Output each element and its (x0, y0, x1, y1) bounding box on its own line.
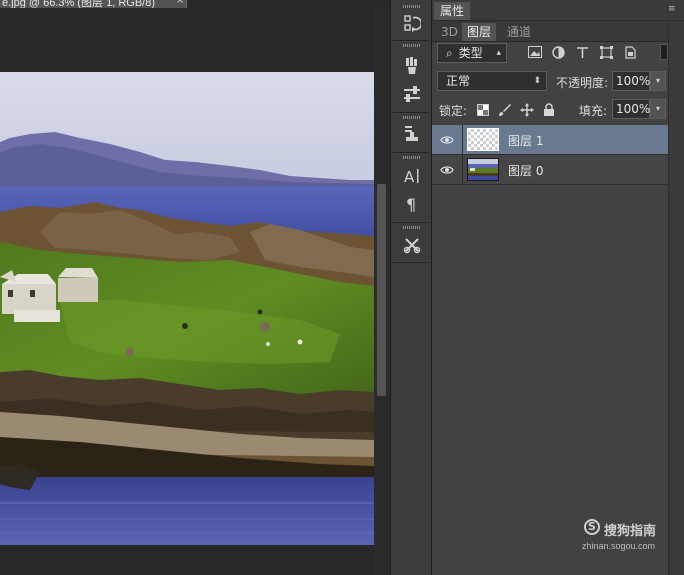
clone-source-icon[interactable] (399, 122, 425, 146)
lock-image-pixels-icon[interactable] (498, 103, 512, 117)
document-tab[interactable]: e.jpg @ 66.3% (图层 1, RGB/8) × (0, 0, 187, 8)
opacity-input[interactable]: 100% (612, 71, 650, 91)
blend-mode-value: 正常 (446, 74, 471, 88)
lock-all-icon[interactable] (542, 103, 556, 117)
updown-arrow-icon: ▴ (496, 48, 501, 58)
dock-grip[interactable] (403, 5, 421, 8)
tab-3d[interactable]: 3D (436, 23, 463, 41)
layer-name[interactable]: 图层 1 (508, 132, 543, 149)
dock-separator (393, 40, 429, 41)
lock-label: 锁定: (439, 104, 468, 118)
character-icon[interactable]: A (399, 164, 425, 188)
scrollbar-thumb[interactable] (377, 184, 386, 396)
panel-scrollbar[interactable] (668, 21, 684, 575)
svg-text:A: A (404, 168, 415, 185)
row-divider (462, 155, 463, 185)
tab-channels[interactable]: 通道 (502, 23, 536, 41)
type-filter-icon[interactable] (574, 44, 590, 60)
panel-dock-column: A ¶ (390, 0, 432, 575)
filter-toggle-switch[interactable] (660, 44, 668, 60)
sogou-watermark: S 搜狗指南 zhinan.sogou.com (582, 519, 678, 555)
layer-row-layer-0[interactable]: 图层 0 (432, 155, 668, 185)
paragraph-icon[interactable]: ¶ (399, 192, 425, 216)
dock-grip[interactable] (403, 116, 421, 119)
adjustments-icon[interactable] (399, 82, 425, 106)
watermark-brand: 搜狗指南 (604, 524, 657, 539)
close-tab-icon[interactable]: × (176, 0, 184, 6)
layer-thumbnail-transparent (467, 128, 499, 151)
lock-position-icon[interactable] (520, 103, 534, 117)
layer-filter-dropdown[interactable]: ⌕ 类型 ▴ (437, 43, 507, 63)
visibility-eye-icon[interactable] (440, 134, 454, 146)
sogou-logo-icon: S (584, 519, 600, 535)
image-canvas[interactable] (0, 72, 374, 545)
layer-row-layer-1[interactable]: 图层 1 (432, 125, 668, 155)
dock-grip[interactable] (403, 44, 421, 47)
updown-arrow-icon: ⬍ (533, 76, 541, 86)
properties-panel-header: 属性 ≡ (432, 0, 684, 21)
search-icon: ⌕ (446, 46, 453, 60)
tool-presets-icon[interactable] (399, 233, 425, 257)
layers-panel: 属性 ≡ 3D 图层 通道 ≡ ⌕ 类型 ▴ 正常 ⬍ 不透明度: 100% ▾… (432, 0, 684, 575)
svg-text:¶: ¶ (406, 195, 416, 213)
fill-label: 填充: (579, 104, 608, 118)
dock-separator (393, 262, 429, 263)
image-filter-icon[interactable] (527, 44, 543, 60)
dock-separator (393, 152, 429, 153)
fill-slider-button[interactable]: ▾ (650, 99, 666, 119)
watermark-url: zhinan.sogou.com (582, 541, 656, 551)
lock-transparent-pixels-icon[interactable] (476, 103, 490, 117)
tab-layers[interactable]: 图层 (462, 23, 497, 41)
layers-panel-tabs: 3D 图层 通道 ≡ (432, 21, 684, 42)
dock-separator (393, 222, 429, 223)
opacity-label: 不透明度: (556, 76, 609, 90)
history-brush-icon[interactable] (399, 12, 425, 36)
dock-grip[interactable] (403, 226, 421, 229)
filter-type-label: 类型 (458, 46, 483, 60)
dock-grip[interactable] (403, 156, 421, 159)
blend-mode-dropdown[interactable]: 正常 ⬍ (437, 71, 547, 91)
smart-object-filter-icon[interactable] (622, 44, 638, 60)
layers-list: 图层 1 图层 0 (432, 125, 668, 575)
landscape-photo (0, 72, 374, 545)
tab-properties[interactable]: 属性 (434, 2, 471, 20)
adjustment-filter-icon[interactable] (550, 44, 566, 60)
opacity-slider-button[interactable]: ▾ (650, 71, 666, 91)
document-area: e.jpg @ 66.3% (图层 1, RGB/8) × (0, 0, 390, 575)
fill-input[interactable]: 100% (612, 99, 650, 119)
visibility-eye-icon[interactable] (440, 164, 454, 176)
layer-name[interactable]: 图层 0 (508, 162, 543, 179)
brush-settings-icon[interactable] (399, 54, 425, 78)
dock-separator (393, 112, 429, 113)
shape-filter-icon[interactable] (598, 44, 614, 60)
layer-thumbnail-photo (467, 158, 499, 181)
panel-menu-icon[interactable]: ≡ (668, 5, 680, 14)
document-tab-title: e.jpg @ 66.3% (图层 1, RGB/8) (2, 0, 156, 8)
row-divider (462, 125, 463, 155)
